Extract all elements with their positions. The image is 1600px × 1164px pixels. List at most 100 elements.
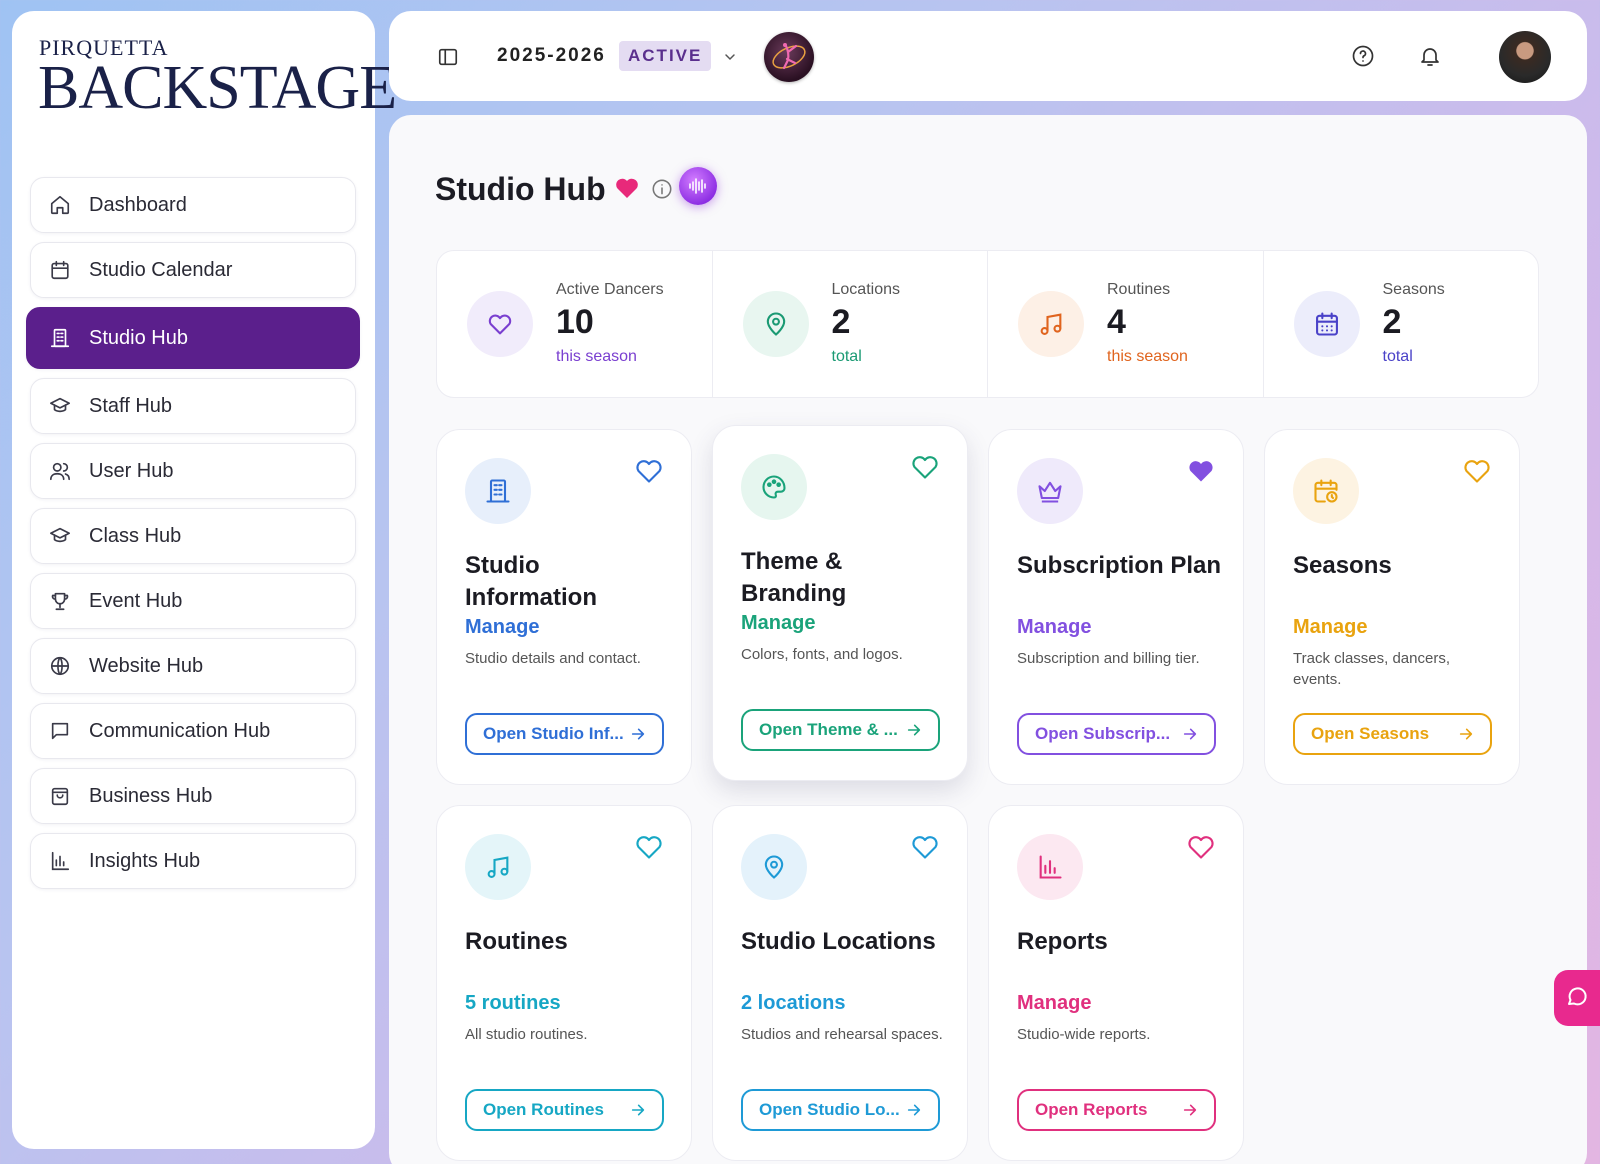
card-manage-link[interactable]: Manage	[741, 612, 815, 635]
bar-chart-icon	[1017, 834, 1083, 900]
card-title: Routines	[465, 928, 568, 955]
heart-icon	[467, 291, 533, 357]
trophy-icon	[49, 590, 71, 612]
button-label: Open Routines	[483, 1100, 604, 1119]
stat-label: Active Dancers	[556, 281, 664, 298]
arrow-right-icon	[1182, 726, 1198, 747]
sidebar-item-staff-hub[interactable]: Staff Hub	[30, 378, 356, 434]
page-title: Studio Hub	[435, 171, 606, 207]
sidebar-item-label: Staff Hub	[89, 394, 173, 417]
card-description: Subscription and billing tier.	[1017, 650, 1200, 667]
calendar-icon	[1293, 291, 1360, 357]
sidebar-item-dashboard[interactable]: Dashboard	[30, 177, 356, 233]
sidebar-item-class-hub[interactable]: Class Hub	[30, 508, 356, 564]
stat-locations: Locations 2 total	[713, 251, 988, 397]
sidebar-item-website-hub[interactable]: Website Hub	[30, 638, 356, 694]
card-title: Reports	[1017, 928, 1108, 955]
heart-icon[interactable]	[635, 458, 663, 489]
heart-icon[interactable]	[615, 177, 639, 204]
bar-chart-icon	[49, 850, 71, 872]
sidebar-item-label: Communication Hub	[89, 719, 271, 742]
card-description: Studio details and contact.	[465, 650, 641, 667]
chevron-down-icon[interactable]	[722, 49, 738, 70]
sidebar-item-label: Class Hub	[89, 524, 182, 547]
card-reports[interactable]: Reports Manage Studio-wide reports. Open…	[988, 805, 1244, 1161]
open-routines-button[interactable]: Open Routines	[465, 1089, 664, 1131]
card-count-link[interactable]: 2 locations	[741, 992, 845, 1015]
card-manage-link[interactable]: Manage	[1293, 616, 1367, 639]
sidebar-item-communication-hub[interactable]: Communication Hub	[30, 703, 356, 759]
card-manage-link[interactable]: Manage	[1017, 992, 1091, 1015]
card-title: Seasons	[1293, 552, 1392, 579]
card-description: Colors, fonts, and logos.	[741, 646, 903, 663]
heart-icon[interactable]	[1463, 458, 1491, 489]
sidebar-item-label: Business Hub	[89, 784, 213, 807]
season-label[interactable]: 2025-2026	[497, 45, 606, 67]
bell-icon[interactable]	[1418, 44, 1442, 73]
building-icon	[49, 327, 71, 349]
stat-sub: this season	[1107, 348, 1188, 365]
card-manage-link[interactable]: Manage	[465, 616, 539, 639]
card-description: Studio-wide reports.	[1017, 1026, 1151, 1043]
stat-sub: total	[1382, 348, 1413, 365]
heart-icon[interactable]	[1187, 834, 1215, 865]
sidebar-item-insights-hub[interactable]: Insights Hub	[30, 833, 356, 889]
sidebar-item-studio-hub[interactable]: Studio Hub	[26, 307, 360, 369]
button-label: Open Reports	[1035, 1100, 1148, 1119]
card-subscription-plan[interactable]: Subscription Plan Manage Subscription an…	[988, 429, 1244, 785]
open-studio-information-button[interactable]: Open Studio Inf...	[465, 713, 664, 755]
card-title: Subscription Plan	[1017, 552, 1222, 579]
graduation-cap-icon	[49, 525, 71, 547]
shopping-bag-icon	[49, 785, 71, 807]
stat-value: 2	[1382, 303, 1402, 341]
heart-icon[interactable]	[635, 834, 663, 865]
button-label: Open Theme & ...	[759, 720, 898, 739]
card-routines[interactable]: Routines 5 routines All studio routines.…	[436, 805, 692, 1161]
sidebar-item-business-hub[interactable]: Business Hub	[30, 768, 356, 824]
open-seasons-button[interactable]: Open Seasons	[1293, 713, 1492, 755]
help-circle-icon[interactable]	[1351, 44, 1375, 73]
arrow-right-icon	[630, 1102, 646, 1123]
card-manage-link[interactable]: Manage	[1017, 616, 1091, 639]
studio-logo[interactable]	[764, 32, 814, 82]
stat-label: Seasons	[1382, 281, 1445, 298]
stat-value: 4	[1107, 303, 1126, 341]
heart-icon[interactable]	[911, 454, 939, 485]
building-icon	[465, 458, 531, 524]
stat-sub: this season	[556, 348, 637, 365]
stat-routines: Routines 4 this season	[988, 251, 1264, 397]
avatar[interactable]	[1499, 31, 1551, 83]
sidebar-toggle-icon[interactable]	[437, 46, 459, 73]
open-theme-branding-button[interactable]: Open Theme & ...	[741, 709, 940, 751]
card-description: All studio routines.	[465, 1026, 588, 1043]
heart-icon[interactable]	[1187, 458, 1215, 489]
crown-icon	[1017, 458, 1083, 524]
button-label: Open Studio Inf...	[483, 724, 624, 743]
top-bar: 2025-2026 ACTIVE	[389, 11, 1587, 101]
brand-line2: BACKSTAGE	[38, 54, 397, 122]
info-icon[interactable]	[651, 178, 673, 205]
card-studio-information[interactable]: Studio Information Manage Studio details…	[436, 429, 692, 785]
card-title: Studio Locations	[741, 928, 936, 955]
card-theme-branding[interactable]: Theme & Branding Manage Colors, fonts, a…	[712, 425, 968, 781]
heart-icon[interactable]	[911, 834, 939, 865]
card-seasons[interactable]: Seasons Manage Track classes, dancers, e…	[1264, 429, 1520, 785]
status-badge: ACTIVE	[619, 41, 712, 71]
brand-logo[interactable]: PIRQUETTA BACKSTAGE	[38, 37, 397, 122]
card-title: Theme & Branding	[741, 548, 847, 607]
stats-panel: Active Dancers 10 this season Locations …	[436, 250, 1539, 398]
card-count-link[interactable]: 5 routines	[465, 992, 561, 1015]
sidebar-item-event-hub[interactable]: Event Hub	[30, 573, 356, 629]
button-label: Open Studio Lo...	[759, 1100, 900, 1119]
open-reports-button[interactable]: Open Reports	[1017, 1089, 1216, 1131]
open-studio-locations-button[interactable]: Open Studio Lo...	[741, 1089, 940, 1131]
sidebar-item-label: Website Hub	[89, 654, 204, 677]
audio-waveform-icon[interactable]	[679, 167, 717, 205]
users-icon	[49, 460, 71, 482]
open-subscription-plan-button[interactable]: Open Subscrip...	[1017, 713, 1216, 755]
card-studio-locations[interactable]: Studio Locations 2 locations Studios and…	[712, 805, 968, 1161]
sidebar-item-user-hub[interactable]: User Hub	[30, 443, 356, 499]
arrow-right-icon	[1458, 726, 1474, 747]
chat-button[interactable]	[1554, 970, 1600, 1026]
sidebar-item-studio-calendar[interactable]: Studio Calendar	[30, 242, 356, 298]
